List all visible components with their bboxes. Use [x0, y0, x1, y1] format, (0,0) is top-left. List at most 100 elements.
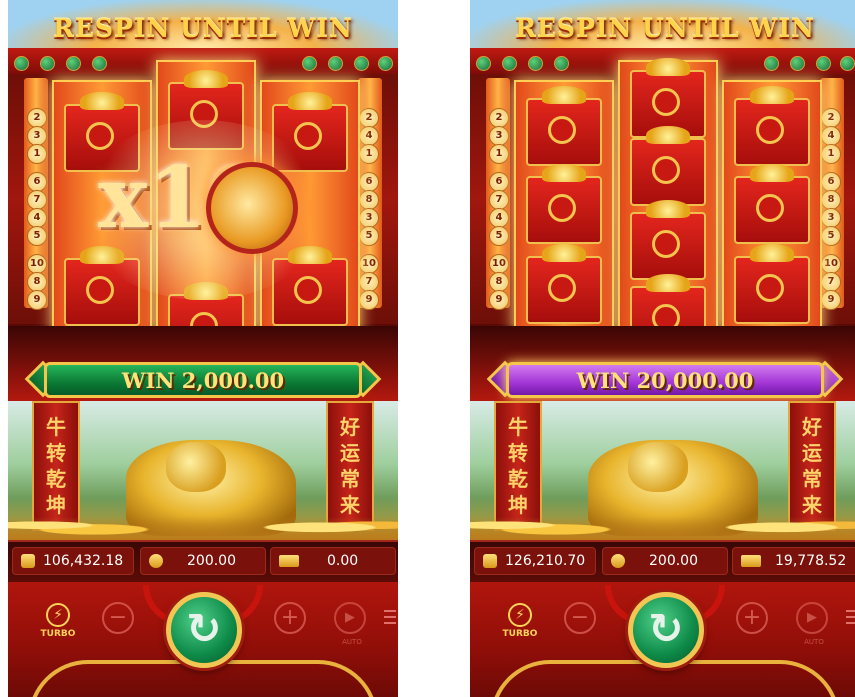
payline-number: 3 — [821, 208, 841, 228]
payline-number: 4 — [27, 208, 47, 228]
increase-bet-button[interactable]: + — [736, 602, 768, 634]
turbo-label: TURBO — [502, 629, 538, 639]
decrease-bet-button[interactable]: − — [102, 602, 134, 634]
win-badge-icon — [279, 555, 299, 567]
gold-ingot-coin — [206, 162, 298, 254]
bet-value: 200.00 — [649, 553, 698, 569]
pillar-char: 好 — [802, 415, 822, 439]
pillar-char: 乾 — [508, 467, 528, 491]
autoplay-label: AUTO — [804, 638, 824, 646]
balance-display: 106,432.18 — [12, 547, 134, 575]
increase-bet-button[interactable]: + — [274, 602, 306, 634]
pillar-char: 牛 — [508, 415, 528, 439]
pillar-char: 转 — [46, 441, 66, 465]
red-envelope-symbol — [734, 244, 810, 324]
coin-stack-icon — [149, 554, 163, 568]
gold-ingot-pile — [8, 500, 398, 542]
payline-number: 8 — [489, 272, 509, 292]
game-screen-left: RESPIN UNTIL WIN 2 3 1 6 7 4 5 10 8 9 2 … — [8, 0, 398, 697]
pillar-char: 常 — [340, 467, 360, 491]
bet-display[interactable]: 200.00 — [602, 547, 728, 575]
payline-number: 3 — [27, 126, 47, 146]
roof-ornament — [502, 56, 517, 71]
payline-number: 7 — [27, 190, 47, 210]
roof-ornament — [528, 56, 543, 71]
red-envelope-symbol — [526, 86, 602, 166]
roof-ornament — [816, 56, 831, 71]
menu-icon[interactable] — [384, 610, 396, 624]
payline-number: 4 — [359, 126, 379, 146]
bet-value: 200.00 — [187, 553, 236, 569]
roof-ornament — [840, 56, 855, 71]
payline-number: 10 — [27, 254, 47, 274]
spin-button[interactable]: ↻ — [628, 592, 704, 668]
roof-ornament — [790, 56, 805, 71]
payline-number: 4 — [821, 126, 841, 146]
payline-number: 6 — [821, 172, 841, 192]
autoplay-button[interactable]: ▶ AUTO — [796, 602, 828, 646]
red-envelope-symbol — [734, 164, 810, 244]
autoplay-button[interactable]: ▶ AUTO — [334, 602, 366, 646]
coin-stack-icon — [611, 554, 625, 568]
gold-ingot-pile — [470, 500, 855, 542]
pillar-char: 好 — [340, 415, 360, 439]
payline-number: 9 — [27, 290, 47, 310]
win-display: 19,778.52 — [732, 547, 855, 575]
payline-number: 6 — [489, 172, 509, 192]
autoplay-label: AUTO — [342, 638, 362, 646]
payline-number: 3 — [359, 208, 379, 228]
payline-number: 10 — [821, 254, 841, 274]
roof-ornament — [40, 56, 55, 71]
decrease-bet-button[interactable]: − — [564, 602, 596, 634]
red-envelope-symbol — [734, 86, 810, 166]
payline-number: 2 — [359, 108, 379, 128]
roof-ornament — [14, 56, 29, 71]
balance-display: 126,210.70 — [474, 547, 596, 575]
turbo-button[interactable]: ⚡ TURBO — [38, 603, 78, 639]
turbo-button[interactable]: ⚡ TURBO — [500, 603, 540, 639]
bet-display[interactable]: 200.00 — [140, 547, 266, 575]
payline-number: 8 — [359, 190, 379, 210]
win-value: 19,778.52 — [775, 553, 847, 569]
turbo-icon: ⚡ — [508, 603, 532, 627]
payline-number: 9 — [821, 290, 841, 310]
payline-number: 5 — [359, 226, 379, 246]
roof-ornament — [354, 56, 369, 71]
play-icon: ▶ — [807, 610, 817, 625]
turbo-icon: ⚡ — [46, 603, 70, 627]
payline-number: 2 — [27, 108, 47, 128]
spin-button[interactable]: ↻ — [166, 592, 242, 668]
payline-number: 7 — [489, 190, 509, 210]
win-amount-bar: WIN 20,000.00 — [506, 362, 824, 398]
menu-icon[interactable] — [846, 610, 855, 624]
payline-number: 10 — [359, 254, 379, 274]
payline-number: 3 — [489, 126, 509, 146]
red-envelope-symbol — [630, 200, 706, 280]
payline-number: 1 — [27, 144, 47, 164]
pillar-char: 运 — [340, 441, 360, 465]
pillar-char: 转 — [508, 441, 528, 465]
payline-number: 2 — [821, 108, 841, 128]
payline-number: 5 — [489, 226, 509, 246]
payline-number: 9 — [359, 290, 379, 310]
balance-value: 126,210.70 — [505, 553, 586, 569]
golden-ox-head — [166, 442, 226, 492]
roof-ornament — [66, 56, 81, 71]
win-display: 0.00 — [270, 547, 396, 575]
pillar-char: 牛 — [46, 415, 66, 439]
roof-ornament — [764, 56, 779, 71]
roof-ornament — [378, 56, 393, 71]
red-envelope-symbol — [526, 244, 602, 324]
win-amount-bar: WIN 2,000.00 — [44, 362, 362, 398]
payline-number: 1 — [489, 144, 509, 164]
pillar-char: 运 — [802, 441, 822, 465]
payline-number: 8 — [27, 272, 47, 292]
play-icon: ▶ — [345, 610, 355, 625]
payline-number: 6 — [27, 172, 47, 192]
roof-ornament — [302, 56, 317, 71]
turbo-label: TURBO — [40, 629, 76, 639]
payline-number: 1 — [821, 144, 841, 164]
game-screen-right: RESPIN UNTIL WIN 2 3 1 6 7 4 5 10 8 9 2 … — [470, 0, 855, 697]
red-envelope-symbol — [526, 164, 602, 244]
pillar-char: 乾 — [46, 467, 66, 491]
